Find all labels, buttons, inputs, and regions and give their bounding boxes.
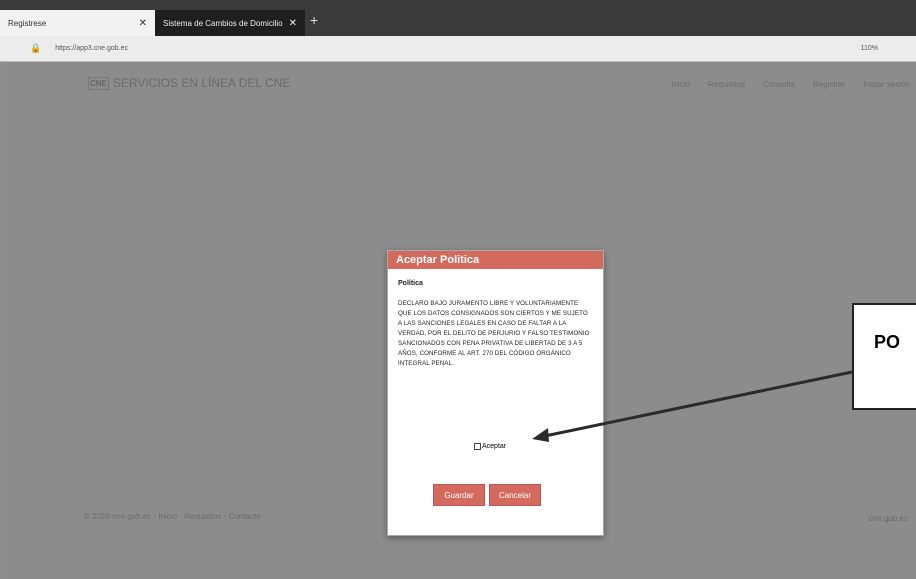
modal-actions: Guardar Cancelar [433,484,541,506]
browser-tab-registrese[interactable]: Registrese ✕ [0,10,155,36]
policy-modal: Aceptar Politica Política DECLARO BAJO J… [387,250,604,536]
close-tab-icon[interactable]: ✕ [139,18,147,29]
nav-item-iniciar-sesion[interactable]: Iniciar sesión [863,80,910,89]
nav-item-consulta[interactable]: Consulta [763,80,795,89]
modal-header: Aceptar Politica [388,251,603,269]
lock-icon: 🔒 [30,43,42,53]
nav-item-registrar[interactable]: Registrar [813,80,845,89]
nav-item-requisitos[interactable]: Requisitos [708,80,745,89]
site-logo[interactable]: CNE SERVICIOS EN LÍNEA DEL CNE [88,76,290,90]
site-title: SERVICIOS EN LÍNEA DEL CNE [112,76,291,90]
policy-title: Política [398,280,423,287]
zoom-level[interactable]: 110% [861,45,878,52]
browser-tab-cambio-domicilio[interactable]: Sistema de Cambios de Domicilio ✕ [155,10,305,36]
accept-label[interactable]: Aceptar [482,443,506,450]
tab-label: Registrese [8,18,47,28]
checkbox-icon[interactable] [474,443,481,450]
address-bar: 🔒 https://app3.cne.gob.ec 110% [0,36,916,62]
tab-label: Sistema de Cambios de Domicilio [163,18,283,28]
annotation-callout: PO [852,303,916,410]
new-tab-button[interactable]: + [310,12,318,28]
save-button[interactable]: Guardar [433,484,485,506]
url-field[interactable]: https://app3.cne.gob.ec [55,45,128,52]
footer-site: cne.gob.ec [868,514,908,523]
accept-checkbox[interactable]: Aceptar [474,443,506,450]
modal-body: Política DECLARO BAJO JURAMENTO LIBRE Y … [388,269,603,379]
close-tab-icon[interactable]: ✕ [289,18,297,29]
nav-item-inicio[interactable]: Inicio [671,80,690,89]
browser-tab-bar: Registrese ✕ Sistema de Cambios de Domic… [0,0,916,36]
cancel-button[interactable]: Cancelar [489,484,541,506]
top-nav: Inicio Requisitos Consulta Registrar Ini… [671,80,910,89]
cne-logo-icon: CNE [88,76,109,90]
footer-links: © 2020 cne.gob.ec · Inicio · Requisitos … [84,512,261,521]
policy-text: DECLARO BAJO JURAMENTO LIBRE Y VOLUNTARI… [398,300,590,367]
